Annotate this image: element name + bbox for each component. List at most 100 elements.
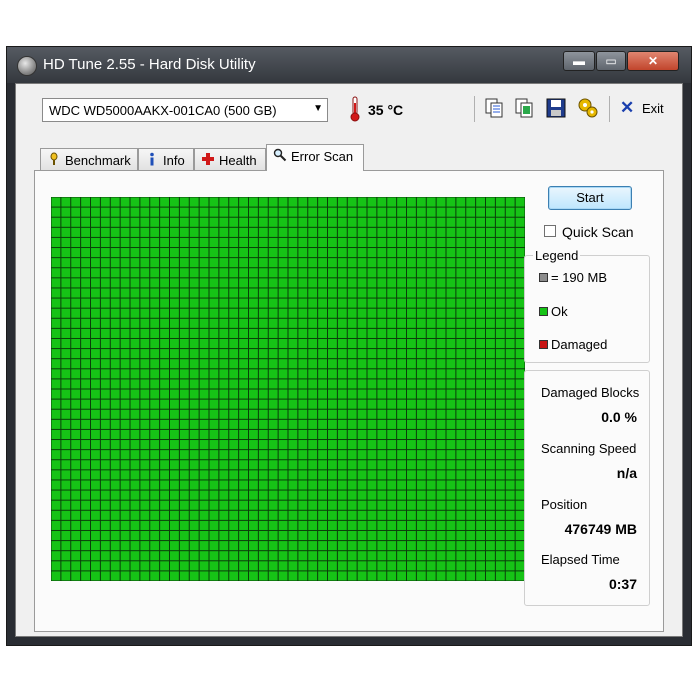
scan-block [120,338,130,349]
scan-block [170,450,179,460]
tab-info[interactable]: Info [138,148,194,170]
scan-block [160,389,170,399]
scan-block [298,379,308,389]
scan-block [160,450,170,460]
scan-block [278,298,288,308]
scan-block [219,278,229,288]
scan-block [258,480,268,490]
scan-block [120,288,130,298]
options-icon[interactable] [576,96,600,120]
save-icon[interactable] [544,96,568,120]
copy-screenshot-icon[interactable] [512,96,536,120]
scan-block [199,288,209,298]
scan-block [239,530,249,541]
scan-block [505,268,515,278]
scan-block [416,440,426,450]
maximize-button[interactable]: ▭ [596,51,626,71]
scan-block [407,217,416,227]
scan-block [466,217,476,227]
scan-block [318,440,328,450]
drive-dropdown[interactable]: WDC WD5000AAKX-001CA0 (500 GB) ▼ [42,98,328,122]
scan-block [278,349,288,359]
title-bar[interactable]: HD Tune 2.55 - Hard Disk Utility ▬ ▭ ✕ [7,47,691,83]
scan-block [170,460,179,470]
minimize-button[interactable]: ▬ [563,51,595,71]
scan-block [407,409,416,419]
tab-benchmark[interactable]: Benchmark [40,148,138,170]
scan-block [170,379,179,389]
scan-block [436,500,446,510]
scan-block [456,571,466,581]
scan-block [298,328,308,338]
scan-block [189,349,199,359]
scan-block [298,480,308,490]
scan-block [377,258,387,268]
scan-block [51,278,61,288]
scan-block [298,278,308,288]
scan-block [239,490,249,500]
scan-block [209,237,219,248]
scan-block [199,571,209,581]
scan-block [486,217,495,227]
scan-block [61,510,71,520]
close-button[interactable]: ✕ [627,51,679,71]
scan-block [179,237,189,248]
scan-block [209,480,219,490]
scan-block [456,409,466,419]
scan-block [426,541,436,551]
scan-block [416,369,426,379]
scan-block [377,197,387,207]
scan-block [179,268,189,278]
scan-block [81,480,91,490]
scan-block [258,551,268,561]
scan-block [249,561,258,571]
scan-block [328,490,337,500]
scan-block [160,278,170,288]
scan-block [367,460,377,470]
scan-block [318,328,328,338]
scan-block [357,328,367,338]
scan-block [505,248,515,258]
scan-block [239,318,249,328]
scan-block [120,258,130,268]
tab-health[interactable]: Health [194,148,266,170]
scan-block [189,450,199,460]
scan-block [249,338,258,349]
legend-swatch [539,307,548,316]
scan-block [466,237,476,248]
scan-block [476,197,486,207]
scan-block [308,349,318,359]
scan-block [337,480,347,490]
scan-block [357,399,367,409]
scan-block [179,298,189,308]
scan-block [249,288,258,298]
scan-block [150,217,160,227]
scan-block [71,551,81,561]
scan-block [288,237,298,248]
scan-block [328,288,337,298]
scan-block [81,470,91,480]
scan-block [347,278,357,288]
scan-block [367,450,377,460]
copy-text-icon[interactable] [482,96,506,120]
scan-block [505,429,515,440]
scan-block [150,419,160,429]
scan-block [91,298,100,308]
scan-block [219,399,229,409]
scan-block [170,490,179,500]
tab-error-scan[interactable]: Error Scan [266,144,364,171]
checkbox-box[interactable] [544,225,556,237]
scan-block [357,460,367,470]
scan-block [298,470,308,480]
scan-block [357,217,367,227]
scan-block [357,520,367,530]
scan-block [397,248,407,258]
scan-block [268,551,278,561]
scan-block [357,298,367,308]
scan-block [268,399,278,409]
legend-swatch [539,273,548,282]
scan-block [81,258,91,268]
start-button[interactable]: Start [548,186,632,210]
scan-block [308,419,318,429]
scan-block [179,258,189,268]
